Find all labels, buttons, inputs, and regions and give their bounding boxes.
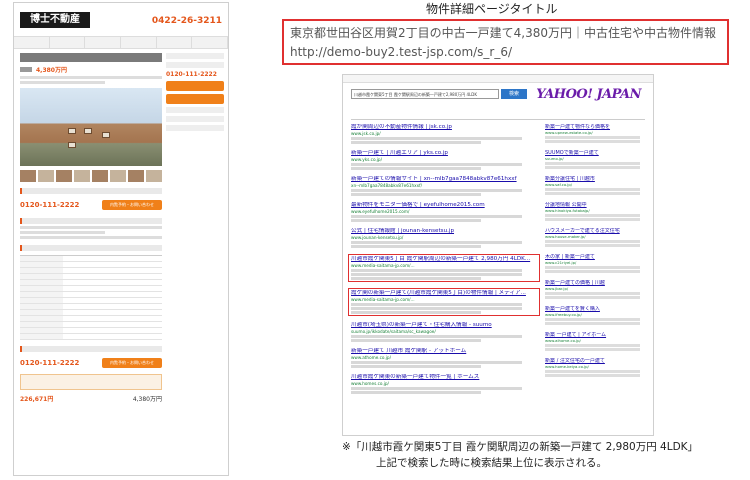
search-input[interactable]: 川越市霞ケ関東5丁目 霞ケ関駅周辺の新築一戸建て2,980万円 4LDK bbox=[351, 89, 499, 99]
contact-phone: 0120-111-2222 bbox=[20, 201, 80, 209]
global-nav[interactable] bbox=[14, 37, 228, 49]
contact-row: 0120-111-2222 内覧予約・お問い合わせ bbox=[20, 198, 162, 212]
result-item[interactable]: 新築一戸建て 川越市 霞ケ関駅 - アットホーム www.athome.co.j… bbox=[351, 348, 537, 368]
property-main-photo[interactable] bbox=[20, 88, 162, 166]
photo-thumbnails[interactable] bbox=[20, 170, 162, 182]
result-item[interactable]: 川越市霞ケ関東の新築一戸建て物件一覧 | ホームズ www.homes.co.j… bbox=[351, 374, 537, 394]
organic-results: 霞が関周辺の不動産物件情報 | jsk.co.jp www.jsk.co.jp/… bbox=[348, 124, 540, 400]
header-phone: 0422-26-3211 bbox=[151, 16, 222, 26]
results-tabs bbox=[351, 113, 645, 120]
highlighted-result-1[interactable]: 川越市霞ケ関東5丁目 霞ケ関駅周辺の新築一戸建て 2,980万円 4LDK...… bbox=[348, 254, 540, 282]
ad-item[interactable]: 新築 一戸建て | アイホーム www.aihome.co.jp/ bbox=[545, 332, 645, 351]
result-item[interactable]: 新築一戸建て | 川越エリア | yks.co.jp www.yks.co.jp… bbox=[351, 150, 537, 170]
search-bar: 川越市霞ケ関東5丁目 霞ケ関駅周辺の新築一戸建て2,980万円 4LDK 検索 … bbox=[343, 83, 653, 105]
property-spec-table bbox=[20, 255, 162, 340]
loan-price: 4,380万円 bbox=[132, 396, 162, 403]
result-item[interactable]: 霞が関周辺の不動産物件情報 | jsk.co.jp www.jsk.co.jp/ bbox=[351, 124, 537, 144]
footnote-explanation: 上記で検索した時に検索結果上位に表示される。 bbox=[376, 457, 607, 469]
loan-simulator bbox=[20, 374, 162, 390]
result-item[interactable]: 新築一戸建ての情報サイト | xn--mlb7gaa7848abkv87e61h… bbox=[351, 176, 537, 196]
contact-row-bottom: 0120-111-2222 内覧予約・お問い合わせ bbox=[20, 356, 162, 370]
inquiry-button[interactable]: 内覧予約・お問い合わせ bbox=[102, 200, 162, 210]
property-title-bar bbox=[20, 53, 162, 62]
sidebar-phone: 0120-111-2222 bbox=[166, 71, 217, 78]
page-title-highlight: 東京都世田谷区用賀2丁目の中古一戸建て4,380万円｜中古住宅や中古物件情報｜ … bbox=[282, 19, 729, 65]
sidebar-reserve-button[interactable] bbox=[166, 94, 224, 104]
inquiry-button-bottom[interactable]: 内覧予約・お問い合わせ bbox=[102, 358, 162, 368]
results-meta bbox=[343, 105, 653, 113]
search-topbar bbox=[343, 75, 653, 83]
sidebar-inquiry-button[interactable] bbox=[166, 81, 224, 91]
contact-phone-bottom: 0120-111-2222 bbox=[20, 359, 80, 367]
price-row: 4,380万円 bbox=[20, 65, 162, 74]
result-item[interactable]: 川越市(埼玉県)の新築一戸建て・住宅購入情報 - suumo suumo.jp/… bbox=[351, 322, 537, 342]
ad-item[interactable]: 分譲地情報 公開中 www.hinokiya-futabajp/ bbox=[545, 202, 645, 221]
sponsored-ads: 新築一戸建て物件なら価格を www.upnew-estate.co.jp/ SU… bbox=[545, 124, 645, 384]
search-button[interactable]: 検索 bbox=[501, 89, 527, 99]
site-logo[interactable]: 博士不動産 bbox=[20, 12, 90, 28]
footnote-query: ※「川越市霞ケ関東5丁目 霞ケ関駅周辺の新築一戸建て 2,980万円 4LDK」 bbox=[342, 441, 699, 453]
page-title-text: 東京都世田谷区用賀2丁目の中古一戸建て4,380万円｜中古住宅や中古物件情報｜ bbox=[290, 26, 721, 40]
loan-result: 226,671円 4,380万円 bbox=[20, 394, 162, 403]
result-item[interactable]: 最新物件をモニター価格で | eyefulhome2015.com www.ey… bbox=[351, 202, 537, 222]
result-item[interactable]: 公式 | 住宅情報館 | jounan-kensetsu.jp www.joun… bbox=[351, 228, 537, 248]
ad-item[interactable]: 新築分譲住宅 | 川越市 www.saf.co.jp/ bbox=[545, 176, 645, 195]
property-main-column: 4,380万円 0120-111-2222 内覧予約・お問い合わせ 0120-1… bbox=[20, 53, 162, 403]
property-page-header: 博士不動産 0422-26-3211 bbox=[14, 3, 228, 37]
ad-item[interactable]: 新築一戸建ての価格 | 川越 www.jbar.jp/ bbox=[545, 280, 645, 299]
ad-item[interactable]: 木の家 | 新築一戸建て www.c21riyel.jp/ bbox=[545, 254, 645, 273]
loan-monthly: 226,671円 bbox=[20, 396, 54, 403]
highlighted-result-2[interactable]: 霞ケ関の新築一戸建て(川越市霞ケ関東5丁目)の物件情報 | メディア... ww… bbox=[348, 288, 540, 316]
property-sidebar: 0120-111-2222 bbox=[166, 53, 224, 134]
yahoo-logo[interactable]: YAHOO! JAPAN bbox=[536, 87, 641, 102]
ad-item[interactable]: 新築 / 注文住宅の一戸建て www.home-keiya.co.jp/ bbox=[545, 358, 645, 377]
caption-page-title: 物件詳細ページタイトル bbox=[426, 2, 558, 16]
ad-item[interactable]: 新築一戸建て物件なら価格を www.upnew-estate.co.jp/ bbox=[545, 124, 645, 143]
property-price: 4,380万円 bbox=[36, 67, 67, 74]
ad-item[interactable]: SUUMOで新築一戸建て suumo.jp/ bbox=[545, 150, 645, 169]
property-page-screenshot: 博士不動産 0422-26-3211 4,380万円 0120-111-2222… bbox=[13, 2, 229, 476]
ad-item[interactable]: ハウスメーカーで建てる注文住宅 www.house-maker.jp/ bbox=[545, 228, 645, 247]
page-url-text: http://demo-buy2.test-jsp.com/s_r_6/ bbox=[290, 45, 513, 59]
ad-item[interactable]: 新築一戸建てを賢く購入 www.ifreebuy.co.jp/ bbox=[545, 306, 645, 325]
search-results-screenshot: 川越市霞ケ関東5丁目 霞ケ関駅周辺の新築一戸建て2,980万円 4LDK 検索 … bbox=[342, 74, 654, 436]
